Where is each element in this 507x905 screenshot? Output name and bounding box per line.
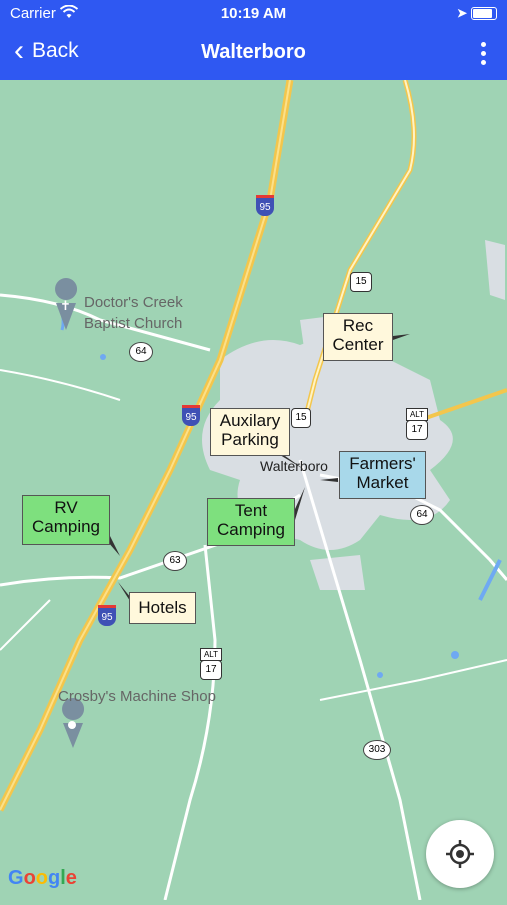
crosshair-icon xyxy=(446,840,474,868)
marker-tent-camping[interactable]: Tent Camping xyxy=(207,498,295,546)
interstate-95-shield: 95 xyxy=(256,195,274,216)
map-view[interactable]: ✝ Doctor's Creek Baptist Church Crosby's… xyxy=(0,79,507,901)
us-15-shield: 15 xyxy=(350,272,372,292)
interstate-95-shield: 95 xyxy=(98,605,116,626)
place-doctors-creek-line2: Baptist Church xyxy=(84,315,183,332)
my-location-button[interactable] xyxy=(426,820,494,888)
marker-farmers-market[interactable]: Farmers' Market xyxy=(339,451,426,499)
route-63-shield: 63 xyxy=(163,551,187,571)
status-bar: Carrier 10:19 AM ➤ xyxy=(0,0,507,28)
marker-rec-center[interactable]: Rec Center xyxy=(323,313,393,361)
route-64-shield: 64 xyxy=(410,505,434,525)
marker-hotels[interactable]: Hotels xyxy=(129,592,196,624)
status-time: 10:19 AM xyxy=(220,5,287,22)
map-pin-icon xyxy=(68,721,76,729)
alt-17-shield: 17 xyxy=(406,420,428,440)
route-303-shield: 303 xyxy=(363,740,391,760)
location-arrow-icon: ➤ xyxy=(456,6,467,20)
google-logo: Google xyxy=(8,867,77,889)
page-title: Walterboro xyxy=(201,41,306,63)
map-canvas xyxy=(0,79,507,901)
alt-17-shield: 17 xyxy=(200,660,222,680)
us-15-shield: 15 xyxy=(291,408,311,428)
marker-rv-camping[interactable]: RV Camping xyxy=(22,495,110,545)
route-64-shield: 64 xyxy=(129,342,153,362)
marker-auxilary-parking[interactable]: Auxilary Parking xyxy=(210,408,290,456)
church-icon: ✝ xyxy=(60,298,71,313)
place-doctors-creek-line1: Doctor's Creek xyxy=(84,294,183,311)
navigation-bar: ‹ Back Walterboro xyxy=(0,28,507,80)
battery-icon xyxy=(471,7,497,20)
interstate-95-shield: 95 xyxy=(182,405,200,426)
more-options-icon[interactable] xyxy=(481,42,487,69)
place-walterboro: Walterboro xyxy=(260,458,328,474)
place-crosbys: Crosby's Machine Shop xyxy=(58,688,216,705)
